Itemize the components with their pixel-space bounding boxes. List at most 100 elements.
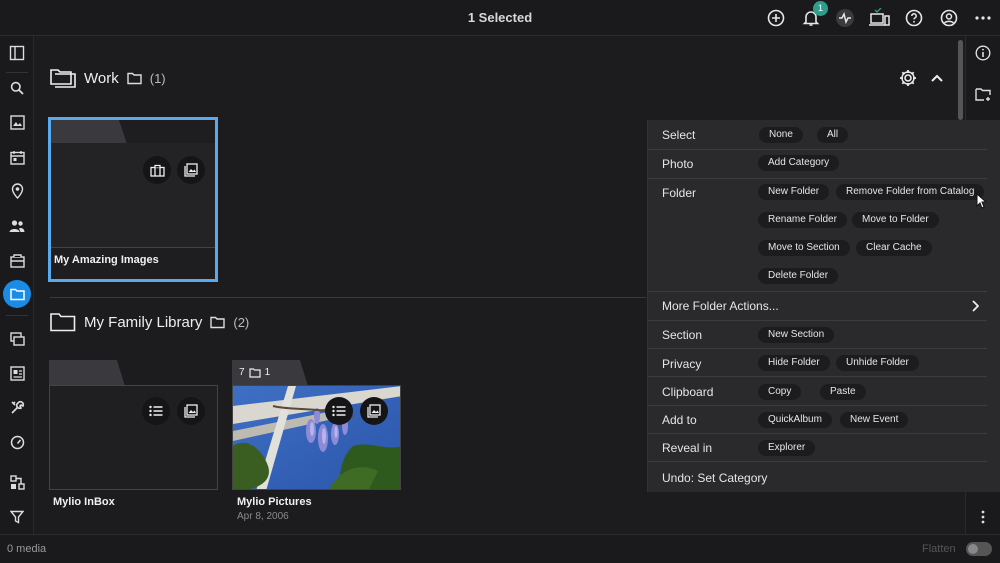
flatten-toggle[interactable] <box>966 542 992 556</box>
section-count: (2) <box>233 314 250 330</box>
folder-icon <box>210 316 226 329</box>
folder-tile-date: Apr 8, 2006 <box>237 511 289 522</box>
menu-label-photo: Photo <box>662 157 694 171</box>
albums-icon[interactable] <box>3 359 31 387</box>
move-to-folder-button[interactable]: Move to Folder <box>852 212 939 228</box>
menu-label-privacy: Privacy <box>662 357 702 371</box>
folder-context-menu: Select None All Photo Add Category Folde… <box>647 120 1000 492</box>
info-icon[interactable] <box>969 39 997 67</box>
add-folder-icon[interactable] <box>969 80 997 108</box>
photos-icon[interactable] <box>3 108 31 136</box>
sidebar-divider <box>6 315 28 316</box>
reveal-in-explorer-button[interactable]: Explorer <box>758 440 816 456</box>
section-count: (1) <box>149 70 166 86</box>
hide-folder-button[interactable]: Hide Folder <box>758 355 830 371</box>
move-to-section-button[interactable]: Move to Section <box>758 240 850 256</box>
events-icon[interactable] <box>3 246 31 274</box>
copy-button[interactable]: Copy <box>758 384 802 400</box>
map-pin-icon[interactable] <box>3 177 31 205</box>
folder-tile-label: My Amazing Images <box>54 254 159 266</box>
menu-label-add-to: Add to <box>662 413 697 427</box>
paste-button[interactable]: Paste <box>820 384 866 400</box>
section-settings-gear-icon[interactable] <box>898 68 918 88</box>
gallery-icon[interactable] <box>177 156 205 184</box>
list-icon[interactable] <box>142 397 170 425</box>
menu-label-section: Section <box>662 328 703 342</box>
section-header-my-family-library[interactable]: My Family Library (2) <box>50 308 249 336</box>
menu-divider <box>648 376 987 377</box>
sidebar-toggle-icon[interactable] <box>3 39 31 67</box>
dashboard-gauge-icon[interactable] <box>3 428 31 456</box>
more-folder-actions-item[interactable]: More Folder Actions... <box>662 299 987 313</box>
menu-divider <box>648 461 987 462</box>
menu-label-reveal-in: Reveal in <box>662 441 713 455</box>
select-none-button[interactable]: None <box>759 127 803 143</box>
more-folder-actions-label: More Folder Actions... <box>662 299 779 313</box>
chevron-right-icon <box>971 300 979 312</box>
people-icon[interactable] <box>3 212 31 240</box>
unhide-folder-button[interactable]: Unhide Folder <box>836 355 919 371</box>
folder-tile-label: Mylio Pictures <box>237 496 312 508</box>
scrollbar[interactable] <box>958 40 963 120</box>
tools-icon[interactable] <box>3 393 31 421</box>
network-icon[interactable] <box>3 468 31 496</box>
sidebar-divider <box>6 72 28 73</box>
account-icon[interactable] <box>937 6 961 30</box>
more-vertical-icon[interactable] <box>969 503 997 531</box>
flatten-label: Flatten <box>922 543 956 555</box>
quickalbum-button[interactable]: QuickAlbum <box>758 412 832 428</box>
help-icon[interactable] <box>902 6 926 30</box>
more-horizontal-icon[interactable] <box>971 6 995 30</box>
folder-icon <box>127 72 142 85</box>
folders-icon[interactable] <box>3 280 31 308</box>
collapse-chevron-up-icon[interactable] <box>929 70 945 86</box>
top-bar: 1 Selected 1 <box>0 0 1000 36</box>
list-icon[interactable] <box>325 397 353 425</box>
menu-divider <box>648 178 987 179</box>
rename-folder-button[interactable]: Rename Folder <box>758 212 847 228</box>
menu-label-clipboard: Clipboard <box>662 385 714 399</box>
select-all-button[interactable]: All <box>817 127 849 143</box>
status-bar: 0 media Flatten <box>0 534 1000 563</box>
folder-tab <box>51 120 127 143</box>
folder-icon <box>248 367 261 378</box>
menu-divider <box>648 149 987 150</box>
menu-label-folder: Folder <box>662 186 697 200</box>
search-icon[interactable] <box>3 74 31 102</box>
section-name: My Family Library <box>84 313 203 331</box>
notification-badge: 1 <box>813 1 828 16</box>
filter-icon[interactable] <box>3 503 31 531</box>
folder-tile-mylio-pictures[interactable]: 7 1 <box>232 360 401 490</box>
delete-folder-button[interactable]: Delete Folder <box>758 268 839 284</box>
briefcase-icon[interactable] <box>143 156 171 184</box>
add-icon[interactable] <box>764 6 788 30</box>
menu-divider <box>648 291 987 292</box>
folder-tile-mylio-inbox[interactable] <box>49 360 218 490</box>
remove-folder-from-catalog-button[interactable]: Remove Folder from Catalog <box>836 184 985 200</box>
clear-cache-button[interactable]: Clear Cache <box>856 240 932 256</box>
activity-icon[interactable] <box>833 6 857 30</box>
menu-divider <box>648 320 987 321</box>
new-section-button[interactable]: New Section <box>758 327 835 343</box>
new-folder-button[interactable]: New Folder <box>758 184 830 200</box>
menu-divider <box>648 348 987 349</box>
menu-divider <box>648 433 987 434</box>
gallery-icon[interactable] <box>177 397 205 425</box>
section-header-work[interactable]: Work (1) <box>50 64 166 92</box>
devices-icon[interactable] <box>867 6 891 30</box>
sources-icon[interactable] <box>3 325 31 353</box>
folder-large-icon <box>50 311 76 333</box>
photo-count: 7 <box>239 367 245 378</box>
tile-divider <box>51 247 215 248</box>
add-category-button[interactable]: Add Category <box>758 155 840 171</box>
gallery-icon[interactable] <box>360 397 388 425</box>
section-name: Work <box>84 69 119 87</box>
undo-set-category-item[interactable]: Undo: Set Category <box>662 471 767 485</box>
menu-divider <box>648 405 987 406</box>
calendar-icon[interactable] <box>3 143 31 171</box>
folder-tile-my-amazing-images[interactable]: My Amazing Images <box>48 117 218 282</box>
subfolder-count: 1 <box>264 367 271 378</box>
app-window: 1 Selected 1 Work (1) My Amazing Images … <box>0 0 1000 563</box>
new-event-button[interactable]: New Event <box>840 412 909 428</box>
folder-tile-label: Mylio InBox <box>53 496 115 508</box>
